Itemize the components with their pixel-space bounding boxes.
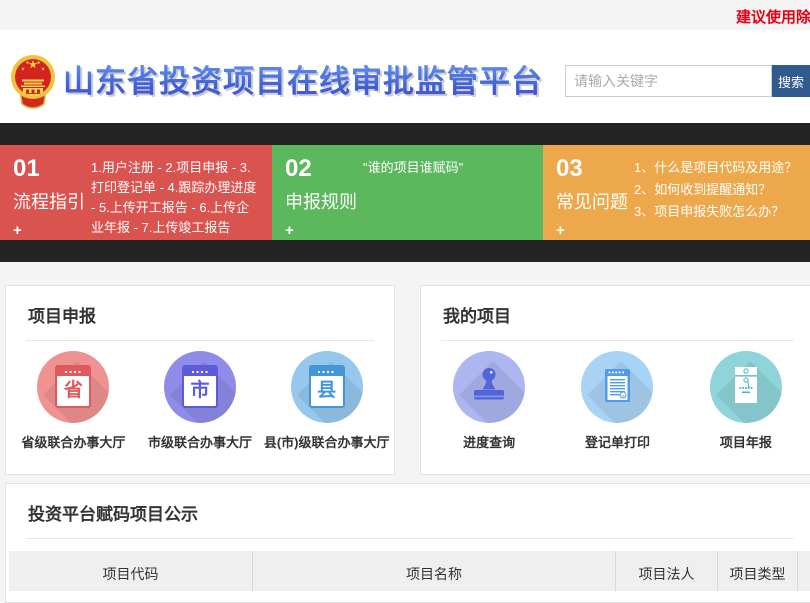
site-title: 山东省投资项目在线审批监管平台 [63, 56, 543, 101]
entry-province-hall[interactable]: 省 省级联合办事大厅 [10, 351, 137, 451]
topbar: 建议使用除 [0, 0, 810, 30]
panel-project-declare: 项目申报 省 省级联合办事大厅 市 市级联合办事大厅 [5, 285, 395, 475]
band-declare-rules: 02 申报规则 + "谁的项目谁赋码" [272, 145, 543, 240]
entry-label: 县(市)级联合办事大厅 [263, 432, 390, 451]
faq-item[interactable]: 3、项目申报失败怎么办？ [634, 202, 800, 222]
divider [26, 538, 794, 539]
search-bar: 搜索 [565, 65, 810, 97]
panel-title: 投资平台赋码项目公示 [28, 500, 810, 525]
panel-title: 项目申报 [28, 302, 394, 327]
column-header-project-code: 项目代码 [9, 551, 253, 591]
band-title: 申报规则 [285, 188, 363, 214]
hall-char: 市 [184, 376, 216, 405]
entry-progress-query[interactable]: 进度查询 [425, 351, 553, 451]
city-hall-icon: 市 [164, 351, 236, 423]
table-header-row: 项目代码 项目名称 项目法人 项目类型 [9, 551, 810, 591]
search-input[interactable] [565, 65, 772, 97]
national-emblem-logo [10, 52, 56, 112]
feature-band-strip: 01 流程指引 + 1.用户注册 - 2.项目申报 - 3.打印登记单 - 4.… [0, 123, 810, 262]
band-number: 02 [285, 157, 363, 181]
entry-label: 市级联合办事大厅 [137, 432, 264, 451]
plus-expand-icon[interactable]: + [556, 222, 568, 239]
feature-bands: 01 流程指引 + 1.用户注册 - 2.项目申报 - 3.打印登记单 - 4.… [0, 145, 810, 240]
band-title: 流程指引 [13, 188, 91, 214]
plus-expand-icon[interactable]: + [13, 222, 25, 239]
panel-title: 我的项目 [443, 302, 810, 327]
band-number: 03 [556, 157, 634, 181]
search-button[interactable]: 搜索 [772, 65, 810, 97]
column-header-project-legal-person: 项目法人 [616, 551, 718, 591]
county-hall-icon: 县 [291, 351, 363, 423]
column-header-clipped [798, 551, 810, 591]
column-header-project-name: 项目名称 [253, 551, 616, 591]
hall-char: 县 [311, 376, 343, 405]
site-header: 山东省投资项目在线审批监管平台 搜索 [0, 30, 810, 123]
column-header-project-type: 项目类型 [718, 551, 798, 591]
panel-my-projects: 我的项目 进度查询 [420, 285, 810, 475]
entry-label: 省级联合办事大厅 [10, 432, 137, 451]
band-title: 常见问题 [556, 188, 634, 214]
band-faq: 03 常见问题 + 1、什么是项目代码及用途？ 2、如何收到提醒通知？ 3、项目… [543, 145, 810, 240]
band-process-guide: 01 流程指引 + 1.用户注册 - 2.项目申报 - 3.打印登记单 - 4.… [0, 145, 272, 240]
print-icon [581, 351, 653, 423]
entry-city-hall[interactable]: 市 市级联合办事大厅 [137, 351, 264, 451]
entry-registration-print[interactable]: 登记单打印 [553, 351, 681, 451]
faq-item[interactable]: 1、什么是项目代码及用途？ [634, 158, 800, 178]
report-icon [710, 351, 782, 423]
faq-item[interactable]: 2、如何收到提醒通知？ [634, 180, 800, 200]
hall-char: 省 [57, 376, 89, 405]
browser-notice: 建议使用除 [736, 6, 810, 27]
stamp-icon [453, 351, 525, 423]
entry-label: 进度查询 [425, 432, 553, 451]
province-hall-icon: 省 [37, 351, 109, 423]
panel-publicity: 投资平台赋码项目公示 项目代码 项目名称 项目法人 项目类型 [5, 483, 810, 603]
band-number: 01 [13, 157, 91, 181]
entry-label: 项目年报 [682, 432, 810, 451]
plus-expand-icon[interactable]: + [285, 222, 297, 239]
process-steps-text: 1.用户注册 - 2.项目申报 - 3.打印登记单 - 4.跟踪办理进度 - 5… [91, 158, 262, 239]
entry-label: 登记单打印 [553, 432, 681, 451]
divider [441, 340, 794, 341]
rule-quote-text: "谁的项目谁赋码" [363, 158, 533, 178]
entry-annual-report[interactable]: 项目年报 [682, 351, 810, 451]
entry-county-hall[interactable]: 县 县(市)级联合办事大厅 [263, 351, 390, 451]
divider [26, 340, 374, 341]
